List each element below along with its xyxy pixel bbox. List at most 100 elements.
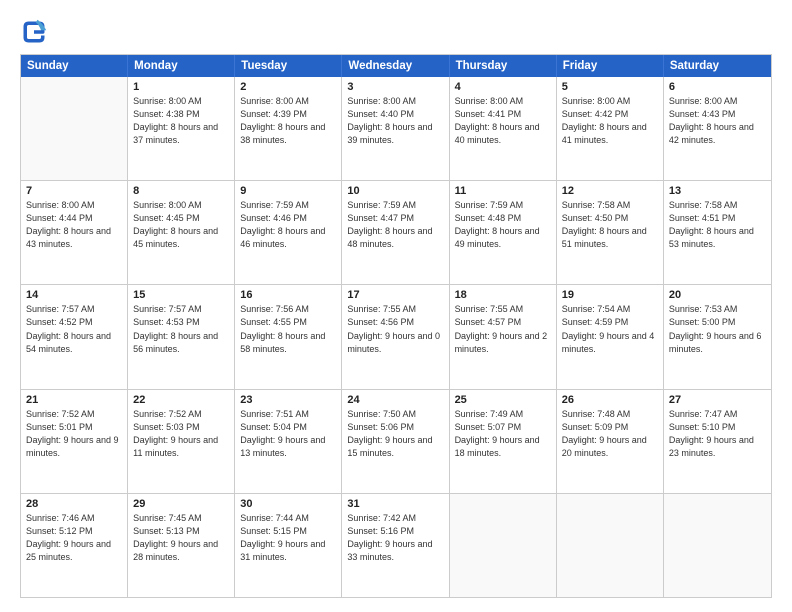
day-info: Sunrise: 7:48 AMSunset: 5:09 PMDaylight:…: [562, 408, 658, 460]
calendar-header-saturday: Saturday: [664, 55, 771, 77]
calendar-week-1: 1 Sunrise: 8:00 AMSunset: 4:38 PMDaylight…: [21, 77, 771, 180]
logo-icon: [20, 18, 48, 46]
calendar-cell-day-24: 24 Sunrise: 7:50 AMSunset: 5:06 PMDayligh…: [342, 390, 449, 493]
calendar-header-row: SundayMondayTuesdayWednesdayThursdayFrid…: [21, 55, 771, 77]
day-info: Sunrise: 7:57 AMSunset: 4:52 PMDaylight:…: [26, 303, 122, 355]
day-number: 23: [240, 394, 336, 406]
calendar: SundayMondayTuesdayWednesdayThursdayFrid…: [20, 54, 772, 598]
day-info: Sunrise: 7:55 AMSunset: 4:56 PMDaylight:…: [347, 303, 443, 355]
day-number: 18: [455, 289, 551, 301]
day-info: Sunrise: 7:52 AMSunset: 5:03 PMDaylight:…: [133, 408, 229, 460]
day-info: Sunrise: 8:00 AMSunset: 4:40 PMDaylight:…: [347, 95, 443, 147]
calendar-body: 1 Sunrise: 8:00 AMSunset: 4:38 PMDaylight…: [21, 77, 771, 597]
calendar-header-friday: Friday: [557, 55, 664, 77]
calendar-cell-day-17: 17 Sunrise: 7:55 AMSunset: 4:56 PMDayligh…: [342, 285, 449, 388]
calendar-week-4: 21 Sunrise: 7:52 AMSunset: 5:01 PMDayligh…: [21, 389, 771, 493]
day-number: 24: [347, 394, 443, 406]
calendar-cell-day-7: 7 Sunrise: 8:00 AMSunset: 4:44 PMDaylight…: [21, 181, 128, 284]
calendar-cell-day-22: 22Sunrise: 7:52 AMSunset: 5:03 PMDayligh…: [128, 390, 235, 493]
day-info: Sunrise: 7:52 AMSunset: 5:01 PMDaylight:…: [26, 408, 122, 460]
day-number: 8: [133, 185, 229, 197]
calendar-cell-day-11: 11 Sunrise: 7:59 AMSunset: 4:48 PMDayligh…: [450, 181, 557, 284]
day-number: 3: [347, 81, 443, 93]
day-number: 12: [562, 185, 658, 197]
day-info: Sunrise: 7:57 AMSunset: 4:53 PMDaylight:…: [133, 303, 229, 355]
day-number: 5: [562, 81, 658, 93]
calendar-cell-day-9: 9 Sunrise: 7:59 AMSunset: 4:46 PMDaylight…: [235, 181, 342, 284]
day-number: 29: [133, 498, 229, 510]
logo: [20, 18, 52, 46]
calendar-cell-empty: [450, 494, 557, 597]
day-info: Sunrise: 8:00 AMSunset: 4:43 PMDaylight:…: [669, 95, 766, 147]
calendar-cell-empty: [557, 494, 664, 597]
day-info: Sunrise: 7:49 AMSunset: 5:07 PMDaylight:…: [455, 408, 551, 460]
day-number: 26: [562, 394, 658, 406]
day-info: Sunrise: 7:54 AMSunset: 4:59 PMDaylight:…: [562, 303, 658, 355]
day-info: Sunrise: 7:47 AMSunset: 5:10 PMDaylight:…: [669, 408, 766, 460]
calendar-cell-day-3: 3 Sunrise: 8:00 AMSunset: 4:40 PMDaylight…: [342, 77, 449, 180]
day-info: Sunrise: 8:00 AMSunset: 4:45 PMDaylight:…: [133, 199, 229, 251]
day-info: Sunrise: 7:51 AMSunset: 5:04 PMDaylight:…: [240, 408, 336, 460]
calendar-header-sunday: Sunday: [21, 55, 128, 77]
day-number: 19: [562, 289, 658, 301]
day-info: Sunrise: 7:56 AMSunset: 4:55 PMDaylight:…: [240, 303, 336, 355]
calendar-cell-day-8: 8 Sunrise: 8:00 AMSunset: 4:45 PMDaylight…: [128, 181, 235, 284]
calendar-header-monday: Monday: [128, 55, 235, 77]
calendar-cell-day-18: 18Sunrise: 7:55 AMSunset: 4:57 PMDayligh…: [450, 285, 557, 388]
calendar-cell-day-12: 12Sunrise: 7:58 AMSunset: 4:50 PMDayligh…: [557, 181, 664, 284]
calendar-header-thursday: Thursday: [450, 55, 557, 77]
day-number: 31: [347, 498, 443, 510]
calendar-cell-day-27: 27 Sunrise: 7:47 AMSunset: 5:10 PMDayligh…: [664, 390, 771, 493]
page: SundayMondayTuesdayWednesdayThursdayFrid…: [0, 0, 792, 612]
calendar-cell-day-13: 13 Sunrise: 7:58 AMSunset: 4:51 PMDayligh…: [664, 181, 771, 284]
calendar-cell-day-30: 30Sunrise: 7:44 AMSunset: 5:15 PMDayligh…: [235, 494, 342, 597]
day-info: Sunrise: 7:59 AMSunset: 4:46 PMDaylight:…: [240, 199, 336, 251]
day-info: Sunrise: 7:59 AMSunset: 4:48 PMDaylight:…: [455, 199, 551, 251]
day-info: Sunrise: 7:59 AMSunset: 4:47 PMDaylight:…: [347, 199, 443, 251]
day-number: 17: [347, 289, 443, 301]
day-number: 2: [240, 81, 336, 93]
calendar-cell-empty: [21, 77, 128, 180]
calendar-cell-day-14: 14Sunrise: 7:57 AMSunset: 4:52 PMDayligh…: [21, 285, 128, 388]
calendar-week-2: 7 Sunrise: 8:00 AMSunset: 4:44 PMDaylight…: [21, 180, 771, 284]
day-number: 1: [133, 81, 229, 93]
day-info: Sunrise: 7:42 AMSunset: 5:16 PMDaylight:…: [347, 512, 443, 564]
calendar-week-3: 14Sunrise: 7:57 AMSunset: 4:52 PMDayligh…: [21, 284, 771, 388]
day-number: 11: [455, 185, 551, 197]
day-info: Sunrise: 7:45 AMSunset: 5:13 PMDaylight:…: [133, 512, 229, 564]
day-number: 7: [26, 185, 122, 197]
calendar-cell-day-31: 31 Sunrise: 7:42 AMSunset: 5:16 PMDayligh…: [342, 494, 449, 597]
header: [20, 18, 772, 46]
day-number: 21: [26, 394, 122, 406]
day-info: Sunrise: 7:53 AMSunset: 5:00 PMDaylight:…: [669, 303, 766, 355]
calendar-cell-day-2: 2Sunrise: 8:00 AMSunset: 4:39 PMDaylight…: [235, 77, 342, 180]
calendar-week-5: 28Sunrise: 7:46 AMSunset: 5:12 PMDayligh…: [21, 493, 771, 597]
day-number: 28: [26, 498, 122, 510]
calendar-cell-day-6: 6 Sunrise: 8:00 AMSunset: 4:43 PMDaylight…: [664, 77, 771, 180]
day-number: 9: [240, 185, 336, 197]
calendar-cell-day-5: 5 Sunrise: 8:00 AMSunset: 4:42 PMDaylight…: [557, 77, 664, 180]
calendar-cell-day-15: 15Sunrise: 7:57 AMSunset: 4:53 PMDayligh…: [128, 285, 235, 388]
calendar-header-wednesday: Wednesday: [342, 55, 449, 77]
day-info: Sunrise: 8:00 AMSunset: 4:42 PMDaylight:…: [562, 95, 658, 147]
day-number: 20: [669, 289, 766, 301]
calendar-cell-day-23: 23 Sunrise: 7:51 AMSunset: 5:04 PMDayligh…: [235, 390, 342, 493]
day-number: 25: [455, 394, 551, 406]
day-number: 6: [669, 81, 766, 93]
calendar-cell-day-26: 26 Sunrise: 7:48 AMSunset: 5:09 PMDayligh…: [557, 390, 664, 493]
calendar-cell-day-10: 10Sunrise: 7:59 AMSunset: 4:47 PMDayligh…: [342, 181, 449, 284]
calendar-cell-day-20: 20 Sunrise: 7:53 AMSunset: 5:00 PMDayligh…: [664, 285, 771, 388]
day-info: Sunrise: 8:00 AMSunset: 4:38 PMDaylight:…: [133, 95, 229, 147]
day-number: 13: [669, 185, 766, 197]
day-info: Sunrise: 7:50 AMSunset: 5:06 PMDaylight:…: [347, 408, 443, 460]
day-info: Sunrise: 8:00 AMSunset: 4:44 PMDaylight:…: [26, 199, 122, 251]
day-number: 16: [240, 289, 336, 301]
day-info: Sunrise: 7:58 AMSunset: 4:51 PMDaylight:…: [669, 199, 766, 251]
calendar-cell-day-28: 28Sunrise: 7:46 AMSunset: 5:12 PMDayligh…: [21, 494, 128, 597]
calendar-cell-day-25: 25 Sunrise: 7:49 AMSunset: 5:07 PMDayligh…: [450, 390, 557, 493]
day-number: 27: [669, 394, 766, 406]
calendar-cell-empty: [664, 494, 771, 597]
day-number: 30: [240, 498, 336, 510]
day-info: Sunrise: 8:00 AMSunset: 4:41 PMDaylight:…: [455, 95, 551, 147]
calendar-cell-day-4: 4Sunrise: 8:00 AMSunset: 4:41 PMDaylight…: [450, 77, 557, 180]
